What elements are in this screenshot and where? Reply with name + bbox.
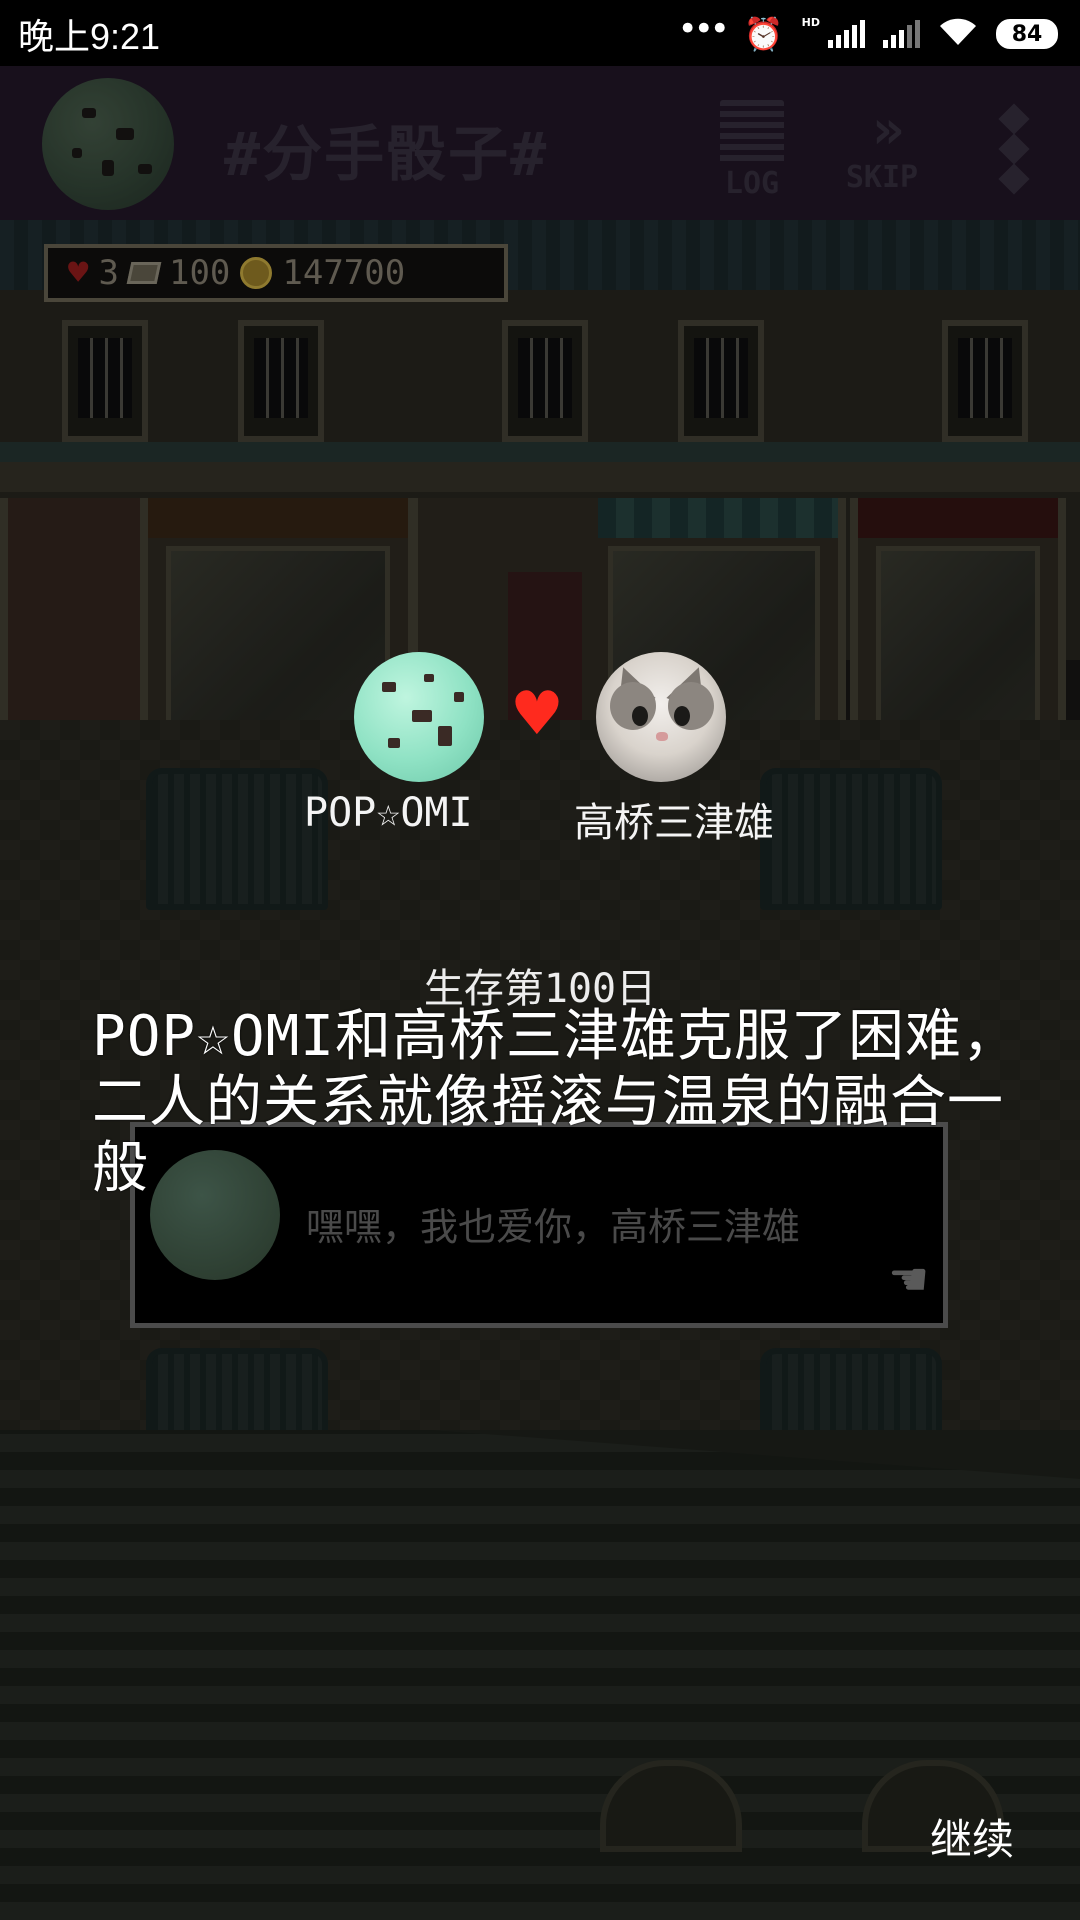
clock: 晚上9:21 (18, 8, 160, 60)
alarm-icon: ⏰ (744, 15, 784, 53)
more-dots-icon: ••• (678, 19, 726, 39)
player-name: POP☆OMI (304, 790, 473, 836)
heart-icon: ♥ (68, 253, 88, 293)
signal-icon (883, 20, 920, 48)
hearts-count: 3 (98, 253, 118, 293)
coin-icon (240, 257, 272, 289)
game-screen: 晚上9:21 ••• ⏰ HD 84 (0, 0, 1080, 1920)
heart-icon: ♥ (510, 684, 564, 744)
battery-level: 84 (1012, 22, 1043, 47)
status-icons: ••• ⏰ HD 84 (678, 12, 1058, 56)
status-bar: 晚上9:21 ••• ⏰ HD 84 (0, 0, 1080, 66)
coins-count: 147700 (282, 253, 405, 293)
pointer-hand-icon: ☚ (888, 1252, 929, 1306)
card-icon (127, 262, 162, 284)
battery-icon: 84 (996, 19, 1058, 49)
partner-name: 高桥三津雄 (574, 790, 774, 848)
resource-hud: ♥ 3 100 147700 (44, 244, 508, 302)
wifi-icon (938, 17, 978, 51)
cards-count: 100 (169, 253, 230, 293)
continue-button[interactable]: 继续 (930, 1806, 1014, 1867)
signal-icon (828, 20, 865, 48)
dialogue-text: 嘿嘿，我也爱你，高桥三津雄 (306, 1196, 800, 1251)
mint-chip-avatar (354, 652, 484, 782)
cat-avatar (596, 652, 726, 782)
network-badge: HD (802, 16, 820, 29)
event-message: POP☆OMI和高桥三津雄克服了困难，二人的关系就像摇滚与温泉的融合一般 (92, 1004, 1022, 1202)
